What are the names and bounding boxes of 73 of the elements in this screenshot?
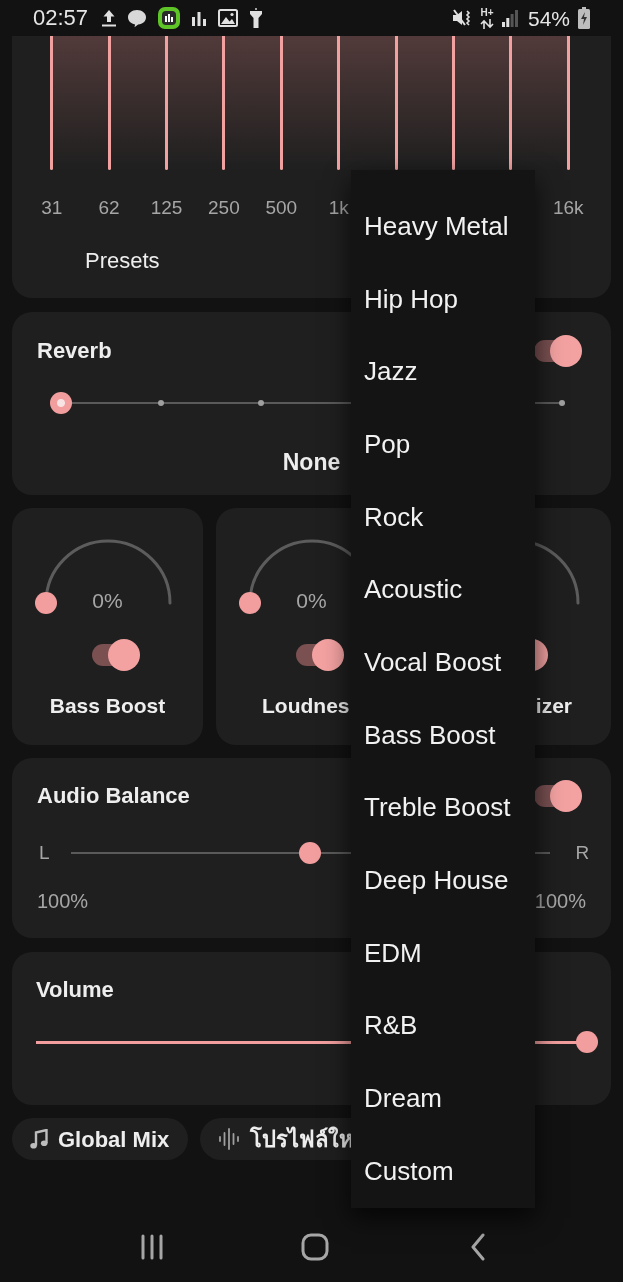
frequency-label: 125 [150, 196, 183, 220]
menu-item[interactable]: Rock [351, 480, 535, 554]
menu-item[interactable]: Treble Boost [351, 771, 535, 845]
band-slider-track[interactable] [394, 36, 398, 170]
recent-apps-button[interactable] [139, 1234, 164, 1260]
battery-charging-icon [578, 7, 590, 29]
mute-vibrate-icon [451, 8, 472, 28]
effect-label: Loudnes [262, 693, 350, 719]
menu-item[interactable]: Vocal Boost [351, 626, 535, 699]
card-title: Reverb [37, 337, 112, 365]
toggle-switch[interactable] [296, 639, 344, 671]
channel-label: L [39, 841, 50, 865]
effect-label: Bass Boost [49, 693, 166, 719]
band-slider-track[interactable] [452, 36, 455, 170]
band-slider-track[interactable] [165, 36, 168, 170]
knob-thumb[interactable] [238, 592, 261, 614]
menu-item[interactable]: R&B [351, 989, 535, 1063]
home-button[interactable] [300, 1233, 329, 1261]
data-arrows-icon [479, 18, 494, 29]
effect-value: 0% [296, 588, 327, 614]
frequency-label: 62 [98, 196, 120, 220]
band-slider-track[interactable] [279, 36, 283, 170]
toggle-switch[interactable] [534, 780, 582, 812]
status-time: 02:57 [33, 7, 89, 29]
card-title: Audio Balance [37, 782, 190, 810]
waveform-icon [218, 1128, 241, 1150]
presets-button[interactable]: Presets [85, 247, 160, 275]
slider-thumb[interactable] [576, 1031, 598, 1053]
app-icon [158, 7, 181, 29]
knob-thumb[interactable] [34, 592, 57, 614]
menu-item[interactable]: Custom [351, 1134, 535, 1208]
frequency-label: 16k [552, 196, 584, 220]
menu-item[interactable]: Dream [351, 1062, 535, 1135]
network-type: H+ [480, 7, 494, 18]
menu-item[interactable]: Bass Boost [351, 698, 535, 772]
band-slider-track[interactable] [566, 36, 570, 170]
frequency-label: 250 [208, 196, 240, 220]
frequency-label: 500 [265, 196, 298, 220]
menu-item[interactable]: EDM [351, 916, 535, 990]
channel-value: 100% [534, 889, 586, 913]
band-slider-track[interactable] [337, 36, 341, 170]
image-icon [218, 9, 239, 27]
channel-value: 100% [37, 889, 89, 913]
channel-label: R [575, 841, 590, 865]
slider-thumb[interactable] [299, 842, 322, 864]
signal-icon [501, 9, 518, 27]
menu-item[interactable]: Jazz [351, 335, 535, 409]
band-slider-track[interactable] [50, 36, 54, 170]
mix-chip[interactable]: Global Mix [12, 1118, 189, 1160]
toggle-switch[interactable] [534, 335, 582, 367]
slider-thumb[interactable] [50, 392, 72, 414]
band-slider-track[interactable] [107, 36, 111, 170]
menu-item[interactable]: Hip Hop [351, 262, 535, 336]
bar-chart-icon [191, 10, 208, 26]
chat-bubble-icon [127, 8, 148, 28]
band-slider-track[interactable] [222, 36, 226, 170]
music-note-icon [30, 1129, 48, 1149]
toggle-switch[interactable] [92, 639, 140, 671]
card-title: Volume [36, 976, 114, 1004]
menu-item[interactable]: Pop [351, 408, 535, 481]
frequency-label: 1k [328, 196, 349, 220]
back-button[interactable] [469, 1233, 486, 1261]
frequency-label: 31 [41, 196, 63, 220]
upload-icon [102, 9, 117, 27]
reverb-value: None [282, 448, 341, 477]
effect-label: izer [535, 693, 572, 719]
menu-item[interactable]: Acoustic [351, 553, 535, 627]
effect-value: 0% [92, 588, 123, 614]
menu-item[interactable]: Deep House [351, 844, 535, 917]
battery-percent: 54% [527, 7, 570, 29]
band-slider-track[interactable] [509, 36, 513, 170]
flashlight-icon [249, 8, 264, 28]
menu-item[interactable]: Heavy Metal [351, 190, 535, 263]
